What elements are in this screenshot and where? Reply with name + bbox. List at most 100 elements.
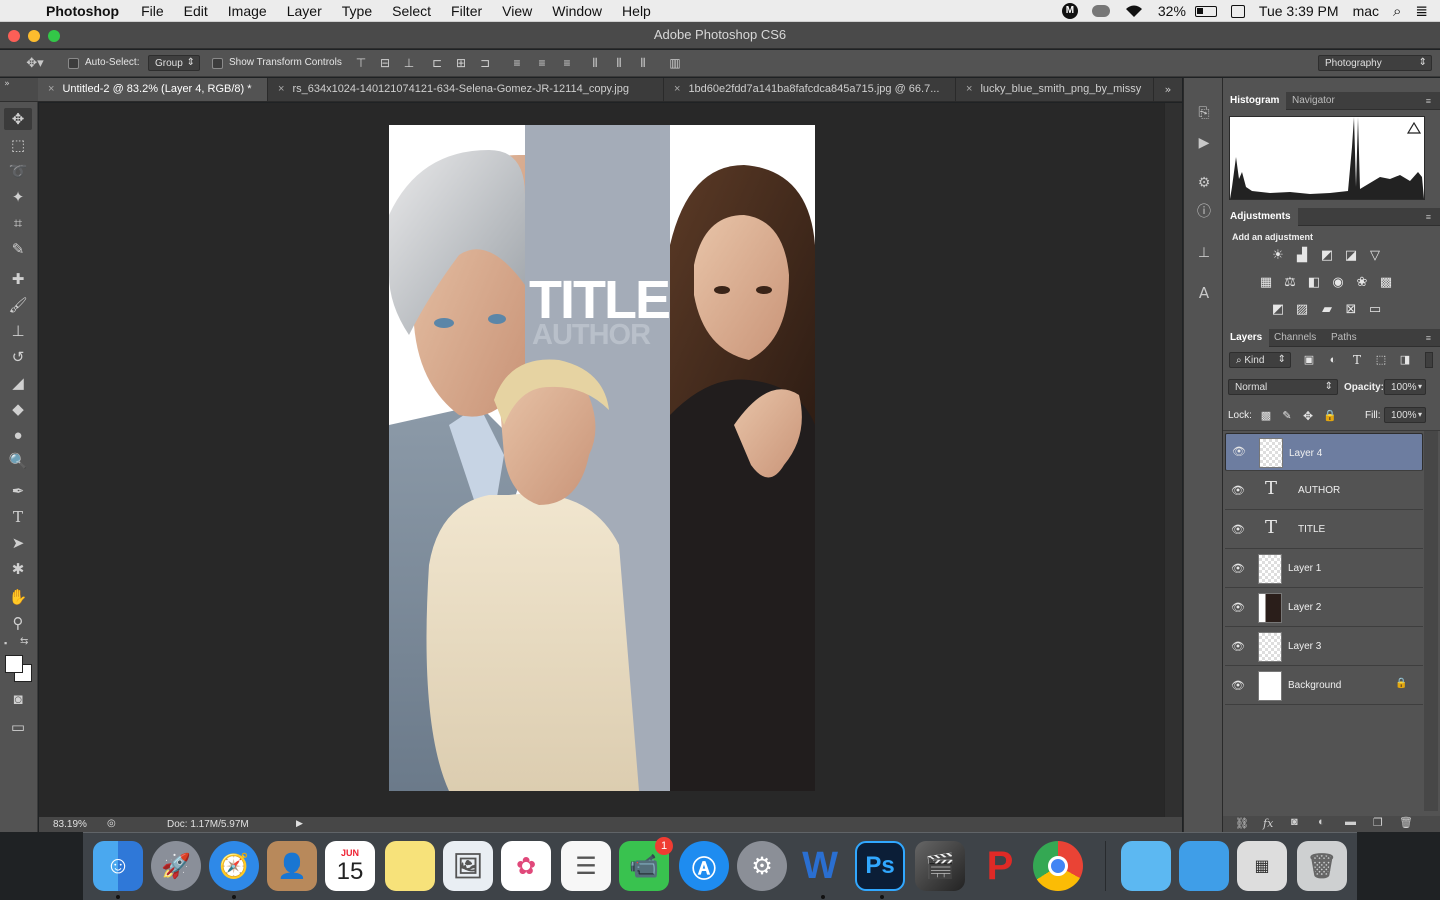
photoshop-icon[interactable]: Ps <box>855 841 905 891</box>
distribute-bottom-icon[interactable]: ≡ <box>560 55 574 71</box>
document-canvas[interactable]: TITLE AUTHOR <box>389 125 815 791</box>
battery-text[interactable]: 32% <box>1151 3 1188 19</box>
paint-bucket-tool-icon[interactable]: ◆ <box>4 398 32 420</box>
creative-cloud-icon[interactable] <box>1085 5 1117 17</box>
collapse-icon[interactable]: » <box>0 78 14 90</box>
align-right-icon[interactable]: ⊐ <box>478 55 492 71</box>
app-store-icon[interactable]: Ⓐ <box>679 841 729 891</box>
swap-colors-icon[interactable]: ⇆ <box>20 636 28 647</box>
visibility-eye-icon[interactable]: 👁 <box>1231 484 1245 498</box>
visibility-eye-icon[interactable]: 👁 <box>1231 640 1245 654</box>
eyedropper-tool-icon[interactable]: ✎ <box>4 238 32 260</box>
crop-tool-icon[interactable]: ⌗ <box>4 212 32 234</box>
menu-filter[interactable]: Filter <box>441 0 492 22</box>
vibrance-icon[interactable]: ▽ <box>1366 247 1384 263</box>
menu-view[interactable]: View <box>492 0 542 22</box>
add-mask-icon[interactable]: ◙ <box>1291 816 1298 828</box>
close-tab-icon[interactable]: × <box>966 83 972 95</box>
search-icon[interactable]: ⌕ <box>1386 3 1408 20</box>
photos-icon[interactable]: ✿ <box>501 841 551 891</box>
layers-scrollbar[interactable] <box>1424 431 1438 811</box>
menu-app-name[interactable]: Photoshop <box>38 0 131 22</box>
layer-filter-dropdown[interactable]: ⌕ Kind ⇕ <box>1229 352 1291 368</box>
finder-icon[interactable]: ☺ <box>93 841 143 891</box>
user-name[interactable]: mac <box>1346 3 1386 19</box>
menu-select[interactable]: Select <box>382 0 441 22</box>
lock-transparent-icon[interactable]: ▩ <box>1257 408 1275 424</box>
layer-row[interactable]: 👁 Background 🔒 <box>1225 667 1423 705</box>
wifi-icon[interactable] <box>1117 4 1151 18</box>
author-text[interactable]: AUTHOR <box>532 319 672 351</box>
align-top-icon[interactable]: ⊤ <box>354 55 368 71</box>
menu-help[interactable]: Help <box>612 0 661 22</box>
type-tool-icon[interactable]: T <box>4 506 32 528</box>
menu-layer[interactable]: Layer <box>277 0 332 22</box>
workspace-dropdown[interactable]: Photography ⇕ <box>1318 55 1432 71</box>
magic-wand-tool-icon[interactable]: ✦ <box>4 186 32 208</box>
info-panel-icon[interactable]: ⓘ <box>1195 202 1213 220</box>
auto-align-icon[interactable]: ▥ <box>668 55 682 71</box>
filter-shape-icon[interactable]: ⬚ <box>1372 352 1390 368</box>
zoom-button[interactable] <box>48 30 60 42</box>
launchpad-icon[interactable]: 🚀 <box>151 841 201 891</box>
clock[interactable]: Tue 3:39 PM <box>1252 3 1346 19</box>
opacity-field[interactable]: 100% ▾ <box>1384 379 1426 395</box>
quick-mask-icon[interactable]: ◙ <box>4 688 32 710</box>
fill-field[interactable]: 100% ▾ <box>1384 407 1426 423</box>
close-button[interactable] <box>8 30 20 42</box>
wps-icon[interactable]: P <box>975 841 1025 891</box>
eraser-tool-icon[interactable]: ◢ <box>4 372 32 394</box>
auto-select-checkbox[interactable] <box>68 58 79 69</box>
final-cut-icon[interactable]: 🎬 <box>915 841 965 891</box>
black-white-icon[interactable]: ◧ <box>1305 274 1323 290</box>
menu-type[interactable]: Type <box>332 0 382 22</box>
lock-image-icon[interactable]: ✎ <box>1278 408 1296 424</box>
reminders-icon[interactable]: ☰ <box>561 841 611 891</box>
document-tab[interactable]: × lucky_blue_smith_png_by_missy <box>956 78 1154 101</box>
tab-channels[interactable]: Channels <box>1267 329 1323 347</box>
properties-panel-icon[interactable]: ⚙ <box>1195 174 1213 192</box>
zoom-tool-icon[interactable]: ⚲ <box>4 612 32 634</box>
lock-all-icon[interactable]: 🔒 <box>1321 408 1339 424</box>
history-brush-tool-icon[interactable]: ↺ <box>4 346 32 368</box>
filter-adjustment-icon[interactable]: ◐ <box>1324 352 1342 368</box>
tab-paths[interactable]: Paths <box>1324 329 1364 347</box>
tab-histogram[interactable]: Histogram <box>1223 92 1287 110</box>
blend-mode-dropdown[interactable]: Normal ⇕ <box>1228 379 1338 395</box>
filter-pixel-icon[interactable]: ▣ <box>1300 352 1318 368</box>
move-tool-icon[interactable]: ✥ <box>4 108 32 130</box>
history-panel-icon[interactable]: ⎘ <box>1195 104 1213 122</box>
document-tab[interactable]: × Untitled-2 @ 83.2% (Layer 4, RGB/8) * <box>38 78 268 101</box>
exposure-icon[interactable]: ◪ <box>1342 247 1360 263</box>
safari-icon[interactable]: 🧭 <box>209 841 259 891</box>
blur-tool-icon[interactable]: ● <box>4 424 32 446</box>
posterize-icon[interactable]: ▨ <box>1293 301 1311 317</box>
system-preferences-icon[interactable]: ⚙ <box>737 841 787 891</box>
calendar-app-icon[interactable]: JUN 15 <box>325 841 375 891</box>
tab-navigator[interactable]: Navigator <box>1285 92 1342 110</box>
trash-icon[interactable]: 🗑 <box>1297 841 1347 891</box>
transform-controls-checkbox[interactable] <box>212 58 223 69</box>
menu-image[interactable]: Image <box>218 0 277 22</box>
channel-mixer-icon[interactable]: ❀ <box>1353 274 1371 290</box>
screen-mode-icon[interactable]: ▭ <box>4 716 32 738</box>
panel-menu-icon[interactable]: ≡ <box>1419 208 1438 226</box>
new-group-icon[interactable]: ▬ <box>1345 816 1356 828</box>
link-layers-icon[interactable]: ⛓ <box>1235 817 1249 830</box>
panel-menu-icon[interactable]: ≡ <box>1419 92 1438 110</box>
toolbar-header[interactable]: » <box>0 78 38 102</box>
align-left-icon[interactable]: ⊏ <box>430 55 444 71</box>
curves-icon[interactable]: ◩ <box>1318 247 1336 263</box>
folder-icon[interactable] <box>1179 841 1229 891</box>
malwarebytes-icon[interactable]: M <box>1055 3 1085 19</box>
visibility-eye-icon[interactable]: 👁 <box>1232 446 1246 460</box>
path-selection-tool-icon[interactable]: ➤ <box>4 532 32 554</box>
distribute-right-icon[interactable]: ⫴ <box>636 55 650 71</box>
brush-tool-icon[interactable]: 🖌 <box>4 294 32 316</box>
threshold-icon[interactable]: ▰ <box>1318 301 1336 317</box>
move-tool-preset-icon[interactable]: ✥▾ <box>20 54 50 72</box>
tab-layers[interactable]: Layers <box>1223 329 1270 347</box>
visibility-eye-icon[interactable]: 👁 <box>1231 679 1245 693</box>
tab-adjustments[interactable]: Adjustments <box>1223 208 1298 226</box>
preview-icon[interactable]: 🖼 <box>443 841 493 891</box>
